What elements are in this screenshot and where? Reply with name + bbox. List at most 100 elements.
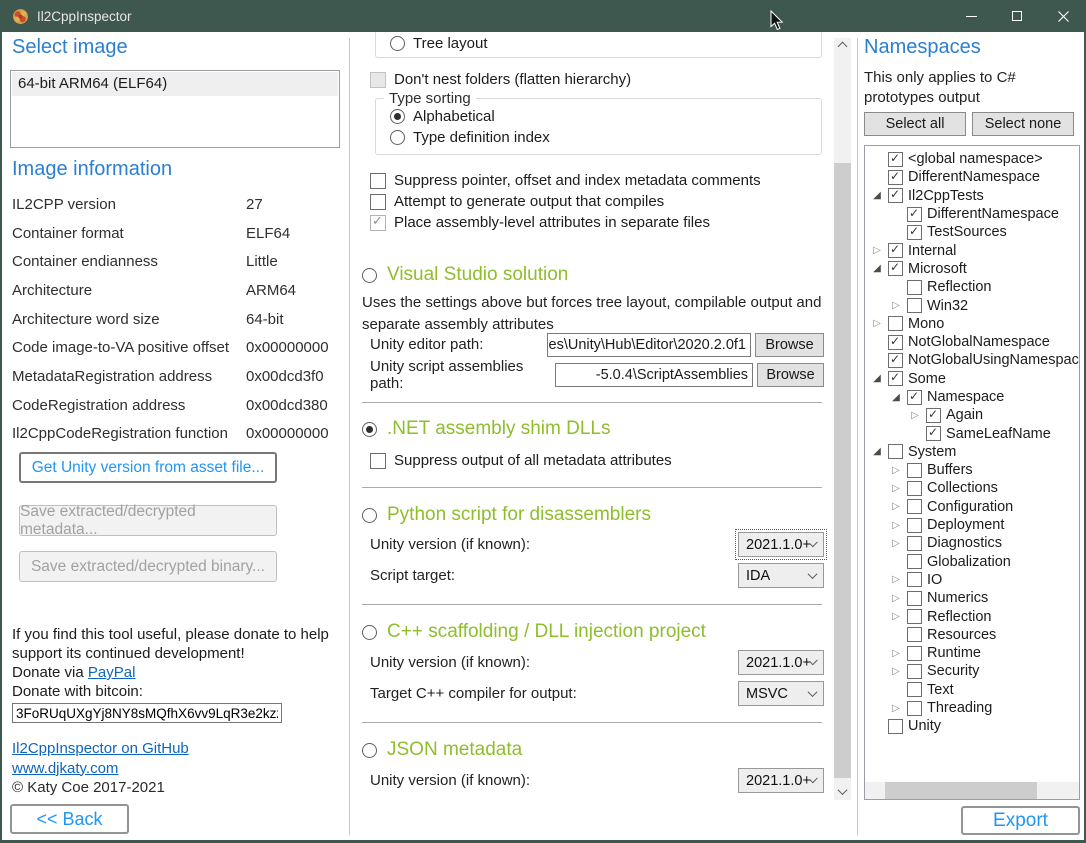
scrollbar-thumb[interactable] [834, 163, 851, 778]
tree-checkbox[interactable] [907, 499, 922, 514]
tree-item[interactable]: ▷Reflection [865, 607, 1079, 625]
tree-item[interactable]: Reflection [865, 278, 1079, 296]
tree-item[interactable]: ▷Mono [865, 315, 1079, 333]
options-scrollbar[interactable] [834, 38, 851, 800]
tree-checkbox[interactable] [888, 170, 903, 185]
tree-item[interactable]: TestSources [865, 223, 1079, 241]
export-button[interactable]: Export [961, 806, 1080, 835]
back-button[interactable]: << Back [10, 804, 129, 834]
browse-editor-path-button[interactable]: Browse [755, 333, 824, 357]
paypal-link[interactable]: PayPal [88, 664, 136, 681]
expand-arrow-icon[interactable]: ▷ [888, 703, 904, 714]
tree-item[interactable]: ◢Il2CppTests [865, 187, 1079, 205]
json-unity-version-dropdown[interactable]: 2021.1.0+ [738, 768, 824, 793]
cpp-compiler-dropdown[interactable]: MSVC [738, 681, 824, 706]
tree-checkbox[interactable] [888, 152, 903, 167]
tree-checkbox[interactable] [907, 225, 922, 240]
expand-arrow-icon[interactable]: ▷ [888, 501, 904, 512]
tree-item[interactable]: ▷Security [865, 662, 1079, 680]
tree-item[interactable]: ▷Collections [865, 479, 1079, 497]
tree-checkbox[interactable] [907, 682, 922, 697]
collapse-arrow-icon[interactable]: ◢ [869, 190, 885, 201]
alphabetical-radio[interactable] [390, 109, 405, 124]
tree-item[interactable]: ▷Configuration [865, 498, 1079, 516]
tree-checkbox[interactable] [888, 371, 903, 386]
maximize-button[interactable] [994, 0, 1040, 32]
bitcoin-address-input[interactable] [12, 703, 282, 723]
tree-item[interactable]: DifferentNamespace [865, 205, 1079, 223]
tree-checkbox[interactable] [907, 463, 922, 478]
expand-arrow-icon[interactable]: ▷ [888, 593, 904, 604]
tree-checkbox[interactable] [926, 408, 941, 423]
tree-checkbox[interactable] [888, 444, 903, 459]
tree-checkbox[interactable] [888, 261, 903, 276]
tree-checkbox[interactable] [907, 591, 922, 606]
tree-item[interactable]: Resources [865, 626, 1079, 644]
tree-item[interactable]: ◢Namespace [865, 388, 1079, 406]
tree-item[interactable]: ◢Some [865, 370, 1079, 388]
tree-checkbox[interactable] [907, 627, 922, 642]
namespace-treebox[interactable]: <global namespace> DifferentNamespace◢Il2… [864, 145, 1080, 800]
type-definition-index-radio[interactable] [390, 130, 405, 145]
tree-checkbox[interactable] [888, 719, 903, 734]
tree-checkbox[interactable] [907, 390, 922, 405]
dotnet-shim-dlls-radio[interactable] [362, 422, 377, 437]
tree-checkbox[interactable] [907, 481, 922, 496]
suppress-all-attributes-checkbox[interactable] [370, 453, 386, 469]
tree-checkbox[interactable] [926, 426, 941, 441]
tree-layout-radio[interactable] [390, 36, 405, 51]
expand-arrow-icon[interactable]: ▷ [888, 574, 904, 585]
tree-checkbox[interactable] [907, 701, 922, 716]
tree-checkbox[interactable] [907, 298, 922, 313]
website-link[interactable]: www.djkaty.com [12, 760, 118, 777]
tree-item[interactable]: ▷Win32 [865, 296, 1079, 314]
tree-item[interactable]: Unity [865, 717, 1079, 735]
tree-item[interactable]: ▷Numerics [865, 589, 1079, 607]
tree-checkbox[interactable] [907, 609, 922, 624]
tree-item[interactable]: ▷IO [865, 571, 1079, 589]
tree-checkbox[interactable] [888, 316, 903, 331]
tree-item[interactable]: SameLeafName [865, 424, 1079, 442]
image-list-item[interactable]: 64-bit ARM64 (ELF64) [12, 72, 338, 96]
cpp-unity-version-dropdown[interactable]: 2021.1.0+ [738, 650, 824, 675]
script-target-dropdown[interactable]: IDA [738, 563, 824, 588]
tree-checkbox[interactable] [907, 646, 922, 661]
minimize-button[interactable] [948, 0, 994, 32]
tree-item[interactable]: ▷Runtime [865, 644, 1079, 662]
tree-item[interactable]: NotGlobalNamespace [865, 333, 1079, 351]
unity-editor-path-input[interactable]: Files\Unity\Hub\Editor\2020.2.0f1 [547, 333, 751, 357]
tree-item[interactable]: NotGlobalUsingNamespace [865, 351, 1079, 369]
tree-item[interactable]: ▷Threading [865, 699, 1079, 717]
collapse-arrow-icon[interactable]: ◢ [869, 373, 885, 384]
json-metadata-radio[interactable] [362, 743, 377, 758]
tree-checkbox[interactable] [888, 353, 903, 368]
scroll-right-button[interactable] [1062, 782, 1079, 799]
expand-arrow-icon[interactable]: ▷ [888, 300, 904, 311]
scroll-up-button[interactable] [834, 38, 851, 55]
tree-checkbox[interactable] [907, 536, 922, 551]
tree-checkbox[interactable] [907, 572, 922, 587]
tree-item[interactable]: Text [865, 681, 1079, 699]
tree-checkbox[interactable] [888, 243, 903, 258]
tree-checkbox[interactable] [888, 335, 903, 350]
tree-checkbox[interactable] [907, 664, 922, 679]
tree-checkbox[interactable] [888, 188, 903, 203]
get-unity-version-button[interactable]: Get Unity version from asset file... [19, 452, 277, 483]
tree-item[interactable]: ◢Microsoft [865, 260, 1079, 278]
expand-arrow-icon[interactable]: ▷ [888, 465, 904, 476]
scroll-left-button[interactable] [865, 782, 882, 799]
close-button[interactable] [1040, 0, 1086, 32]
tree-checkbox[interactable] [907, 207, 922, 222]
suppress-metadata-comments-checkbox[interactable] [370, 173, 386, 189]
unity-script-assemblies-path-input[interactable]: -5.0.4\ScriptAssemblies [555, 363, 753, 387]
tree-item[interactable]: <global namespace> [865, 150, 1079, 168]
collapse-arrow-icon[interactable]: ◢ [869, 263, 885, 274]
scroll-down-button[interactable] [834, 783, 851, 800]
expand-arrow-icon[interactable]: ▷ [869, 245, 885, 256]
tree-checkbox[interactable] [907, 518, 922, 533]
collapse-arrow-icon[interactable]: ◢ [869, 446, 885, 457]
tree-item[interactable]: Globalization [865, 553, 1079, 571]
expand-arrow-icon[interactable]: ▷ [888, 648, 904, 659]
expand-arrow-icon[interactable]: ▷ [888, 611, 904, 622]
tree-checkbox[interactable] [907, 554, 922, 569]
